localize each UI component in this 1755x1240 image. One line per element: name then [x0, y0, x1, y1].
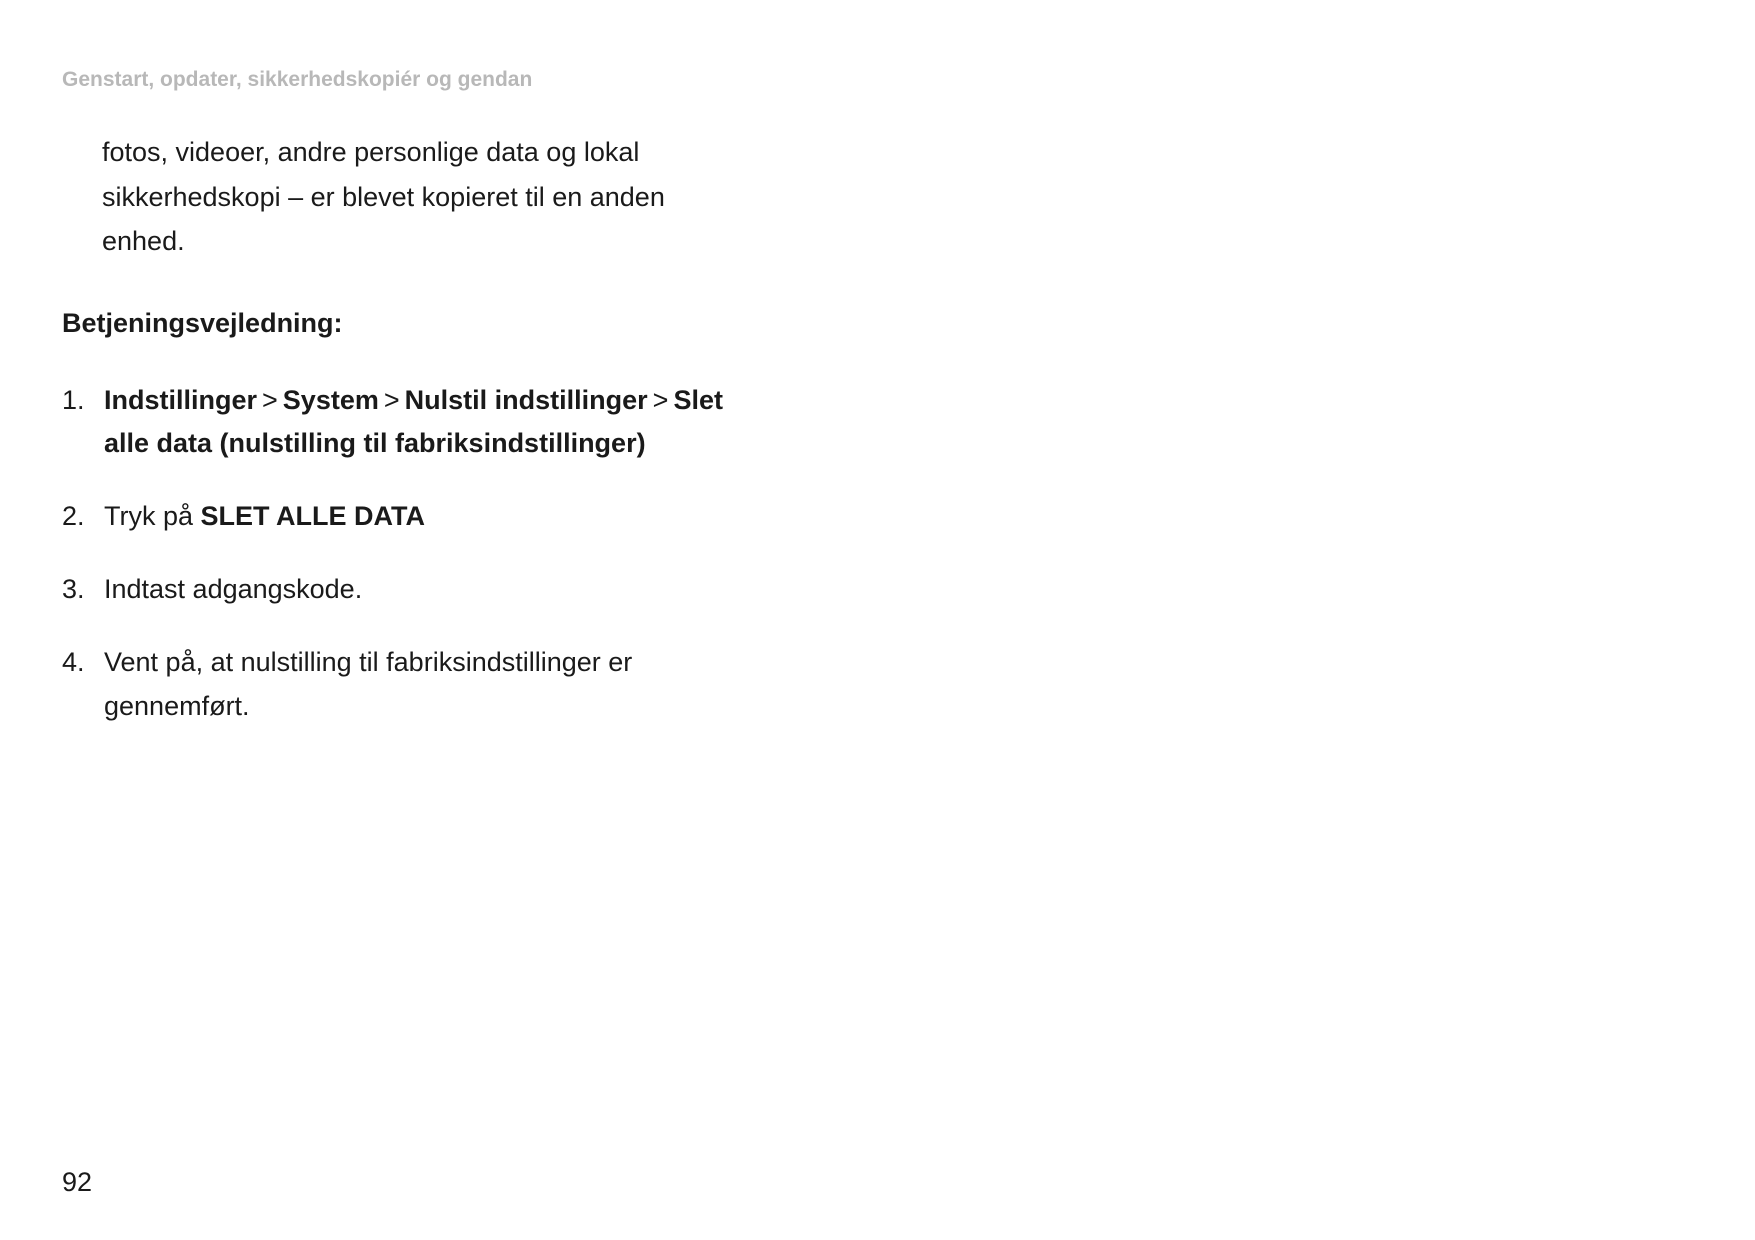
nav-path-settings: Indstillinger [104, 385, 257, 415]
instruction-step-3: Indtast adgangskode. [62, 568, 742, 611]
section-heading: Betjeningsvejledning: [62, 308, 1693, 339]
instruction-step-2: Tryk på SLET ALLE DATA [62, 495, 742, 538]
step-2-prefix: Tryk på [104, 501, 201, 531]
step-2-action: SLET ALLE DATA [201, 501, 425, 531]
intro-paragraph: fotos, videoer, andre personlige data og… [102, 130, 692, 264]
instruction-list: Indstillinger>System>Nulstil indstilling… [62, 379, 1693, 728]
instruction-step-4: Vent på, at nulstilling til fabriksindst… [62, 641, 742, 727]
nav-separator: > [262, 385, 278, 415]
page-header-breadcrumb: Genstart, opdater, sikkerhedskopiér og g… [62, 68, 1693, 92]
page-number: 92 [62, 1167, 92, 1198]
nav-separator: > [384, 385, 400, 415]
nav-path-system: System [283, 385, 379, 415]
nav-path-reset: Nulstil indstillinger [405, 385, 648, 415]
nav-separator: > [653, 385, 669, 415]
instruction-step-1: Indstillinger>System>Nulstil indstilling… [62, 379, 742, 465]
